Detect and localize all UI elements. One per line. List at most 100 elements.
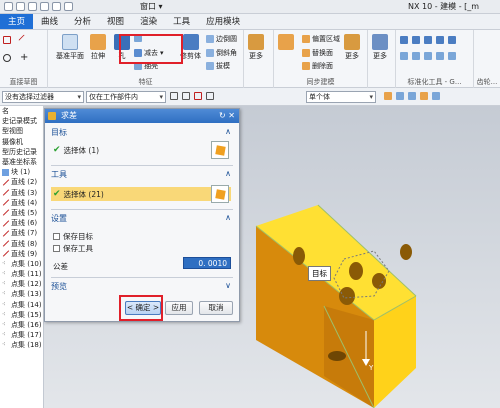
cancel-button[interactable]: 取消 bbox=[199, 301, 233, 315]
more-button[interactable]: 更多 bbox=[372, 34, 388, 61]
navigator-row[interactable]: 直线 (7) bbox=[0, 228, 43, 238]
preview-section-header[interactable]: 预览 ∨ bbox=[51, 281, 233, 292]
tool-icon[interactable] bbox=[400, 36, 408, 44]
view-icon[interactable] bbox=[206, 92, 214, 100]
target-section-header[interactable]: 目标 ∧ bbox=[51, 127, 233, 138]
more-icon bbox=[344, 34, 360, 50]
navigator-row[interactable]: 直线 (8) bbox=[0, 238, 43, 248]
tool-icon[interactable] bbox=[412, 36, 420, 44]
replace-face-button[interactable]: 替换面 bbox=[302, 48, 333, 58]
tab-render[interactable]: 渲染 bbox=[132, 14, 165, 29]
navigator-row[interactable]: 直线 (9) bbox=[0, 249, 43, 259]
extrude-icon bbox=[90, 34, 106, 50]
layer-icon[interactable] bbox=[432, 92, 440, 100]
window-menu[interactable]: 窗口 ▾ bbox=[140, 1, 163, 12]
more-sync-button[interactable]: 更多 bbox=[344, 34, 360, 61]
trim-body-button[interactable]: 修剪体 bbox=[180, 34, 201, 61]
tolerance-input[interactable]: 0. 0010 bbox=[183, 257, 231, 269]
undo-icon[interactable] bbox=[16, 2, 25, 11]
settings-section-header[interactable]: 设置 ∧ bbox=[51, 213, 233, 224]
tab-view[interactable]: 视图 bbox=[99, 14, 132, 29]
navigator-row[interactable]: 直线 (2) bbox=[0, 177, 43, 187]
close-icon[interactable]: ✕ bbox=[228, 111, 235, 120]
snap-icon[interactable] bbox=[194, 92, 202, 100]
line-icon bbox=[2, 220, 9, 227]
circle-tool[interactable] bbox=[3, 54, 11, 62]
render-icon[interactable] bbox=[420, 92, 428, 100]
tab-analysis[interactable]: 分析 bbox=[66, 14, 99, 29]
navigator-row[interactable]: 型历史记录 bbox=[0, 147, 43, 157]
delete-face-button[interactable]: 删除面 bbox=[302, 61, 333, 71]
scope-dropdown[interactable]: 仅在工作部件内 bbox=[86, 91, 166, 103]
navigator-row[interactable]: 摄像机 bbox=[0, 137, 43, 147]
save-icon[interactable] bbox=[4, 2, 13, 11]
navigator-row[interactable]: 块 (1) bbox=[0, 167, 43, 177]
tool-icon[interactable] bbox=[424, 52, 432, 60]
tab-curve[interactable]: 曲线 bbox=[33, 14, 66, 29]
navigator-row[interactable]: ⁖ 点集 (13) bbox=[0, 289, 43, 299]
navigator-row[interactable]: 直线 (5) bbox=[0, 208, 43, 218]
shade-icon[interactable] bbox=[384, 92, 392, 100]
datum-plane-button[interactable]: 基准平面 bbox=[56, 34, 84, 61]
navigator-row[interactable]: ⁖ 点集 (11) bbox=[0, 269, 43, 279]
tab-tools[interactable]: 工具 bbox=[165, 14, 198, 29]
navigator-row[interactable]: ⁖ 点集 (16) bbox=[0, 320, 43, 330]
filter-icon[interactable] bbox=[182, 92, 190, 100]
redo-icon[interactable] bbox=[28, 2, 37, 11]
point-tool[interactable]: + bbox=[20, 52, 28, 63]
snap-body-dropdown[interactable]: 单个体 bbox=[306, 91, 376, 103]
apply-button[interactable]: 应用 bbox=[165, 301, 193, 315]
chamfer-button[interactable]: 倒斜角 bbox=[206, 48, 237, 58]
navigator-row[interactable]: ⁖ 点集 (15) bbox=[0, 310, 43, 320]
tool-icon[interactable] bbox=[412, 52, 420, 60]
target-body-picker[interactable] bbox=[211, 141, 229, 159]
paste-icon[interactable] bbox=[64, 2, 73, 11]
navigator-row[interactable]: ⁖ 点集 (18) bbox=[0, 340, 43, 350]
move-face-button[interactable] bbox=[278, 34, 294, 51]
navigator-row[interactable]: 基准坐标系 bbox=[0, 157, 43, 167]
tool-icon[interactable] bbox=[436, 52, 444, 60]
edge-blend-button[interactable]: 边倒圆 bbox=[206, 34, 237, 44]
tool-icon[interactable] bbox=[400, 52, 408, 60]
navigator-row[interactable]: 型视图 bbox=[0, 126, 43, 136]
dialog-title-bar: 求差 ↻ ✕ bbox=[45, 109, 239, 123]
cut-icon[interactable] bbox=[40, 2, 49, 11]
block-icon bbox=[2, 168, 9, 176]
line-tool[interactable] bbox=[18, 34, 30, 46]
offset-region-button[interactable]: 偏置区域 bbox=[302, 34, 340, 44]
zoom-icon[interactable] bbox=[408, 92, 416, 100]
navigator-row-label: 直线 (2) bbox=[11, 178, 38, 187]
keep-tool-checkbox[interactable]: 保存工具 bbox=[53, 243, 93, 254]
tool-select-body[interactable]: ✔ 选择体 (21) bbox=[51, 187, 231, 201]
tool-section-label: 工具 bbox=[51, 170, 67, 179]
navigator-row[interactable]: 史记录模式 bbox=[0, 116, 43, 126]
draft-button[interactable]: 拔模 bbox=[206, 61, 230, 71]
tab-applications[interactable]: 应用模块 bbox=[198, 14, 248, 29]
more-feature-button[interactable]: 更多 bbox=[248, 34, 264, 61]
navigator-row[interactable]: ⁖ 点集 (10) bbox=[0, 259, 43, 269]
navigator-row[interactable]: 名 bbox=[0, 106, 43, 116]
reset-icon[interactable]: ↻ bbox=[219, 111, 226, 120]
navigator-row[interactable]: ⁖ 点集 (14) bbox=[0, 300, 43, 310]
tool-body-picker[interactable] bbox=[211, 185, 229, 203]
extrude-button[interactable]: 拉伸 bbox=[90, 34, 106, 61]
navigator-row[interactable]: ⁖ 点集 (12) bbox=[0, 279, 43, 289]
orient-icon[interactable] bbox=[396, 92, 404, 100]
navigator-row[interactable]: ⁖ 点集 (17) bbox=[0, 330, 43, 340]
copy-icon[interactable] bbox=[52, 2, 61, 11]
tool-section-header[interactable]: 工具 ∧ bbox=[51, 169, 233, 180]
navigator-row[interactable]: 直线 (4) bbox=[0, 198, 43, 208]
select-icon[interactable] bbox=[170, 92, 178, 100]
navigator-row[interactable]: 直线 (3) bbox=[0, 188, 43, 198]
selection-filter-dropdown[interactable]: 没有选择过滤器 bbox=[2, 91, 84, 103]
point-set-icon: ⁖ bbox=[2, 280, 6, 288]
keep-target-checkbox[interactable]: 保存目标 bbox=[53, 231, 93, 242]
tool-icon[interactable] bbox=[436, 36, 444, 44]
tool-icon[interactable] bbox=[424, 36, 432, 44]
tool-icon[interactable] bbox=[448, 52, 456, 60]
rectangle-tool[interactable] bbox=[3, 36, 11, 44]
tool-icon[interactable] bbox=[448, 36, 456, 44]
target-select-body[interactable]: ✔ 选择体 (1) bbox=[51, 143, 231, 157]
navigator-row[interactable]: 直线 (6) bbox=[0, 218, 43, 228]
tab-home[interactable]: 主页 bbox=[0, 14, 34, 29]
